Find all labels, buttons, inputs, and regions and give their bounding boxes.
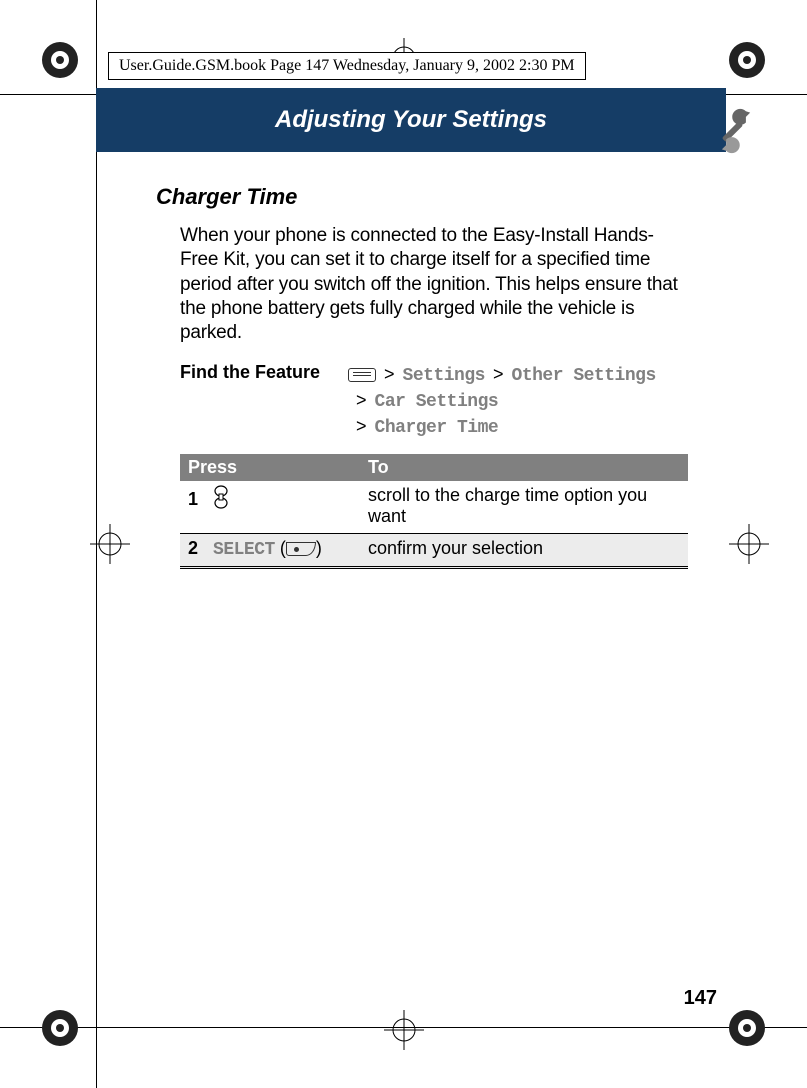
running-header: User.Guide.GSM.book Page 147 Wednesday, … xyxy=(108,52,586,80)
registration-mark-icon xyxy=(38,1006,82,1050)
section-title: Charger Time xyxy=(156,184,688,210)
softkey-icon xyxy=(286,542,316,556)
path-settings: Settings xyxy=(403,366,485,386)
registration-mark-icon xyxy=(725,38,769,82)
step-description: scroll to the charge time option you wan… xyxy=(360,481,688,534)
path-car-settings: Car Settings xyxy=(375,392,499,412)
registration-mark-icon xyxy=(38,38,82,82)
select-label: SELECT xyxy=(213,540,275,560)
chapter-banner: Adjusting Your Settings xyxy=(96,88,726,152)
path-other-settings: Other Settings xyxy=(512,366,656,386)
table-row: 1 scroll to the charge time option you w… xyxy=(180,481,688,534)
nav-key-icon xyxy=(213,485,229,514)
crosshair-icon xyxy=(384,1010,424,1050)
col-press: Press xyxy=(180,454,360,481)
wrench-icon xyxy=(709,104,763,158)
crosshair-icon xyxy=(90,524,130,564)
path-separator: > xyxy=(356,390,367,410)
col-to: To xyxy=(360,454,688,481)
step-number: 1 xyxy=(188,489,208,510)
path-separator: > xyxy=(493,364,504,384)
table-row: 2 SELECT () confirm your selection xyxy=(180,534,688,568)
step-number: 2 xyxy=(188,538,208,559)
chapter-title: Adjusting Your Settings xyxy=(275,106,547,134)
step-description: confirm your selection xyxy=(360,534,688,568)
registration-mark-icon xyxy=(725,1006,769,1050)
crosshair-icon xyxy=(729,524,769,564)
body-paragraph: When your phone is connected to the Easy… xyxy=(180,224,688,346)
find-the-feature: Find the Feature > Settings > Other Sett… xyxy=(180,362,688,441)
menu-key-icon xyxy=(348,368,376,382)
find-feature-path: > Settings > Other Settings > Car Settin… xyxy=(348,362,656,441)
path-charger-time: Charger Time xyxy=(375,418,499,438)
path-separator: > xyxy=(384,364,395,384)
steps-table: Press To 1 scroll to the charge time op xyxy=(180,454,688,569)
find-feature-label: Find the Feature xyxy=(180,362,348,441)
page-number: 147 xyxy=(684,987,717,1010)
path-separator: > xyxy=(356,416,367,436)
